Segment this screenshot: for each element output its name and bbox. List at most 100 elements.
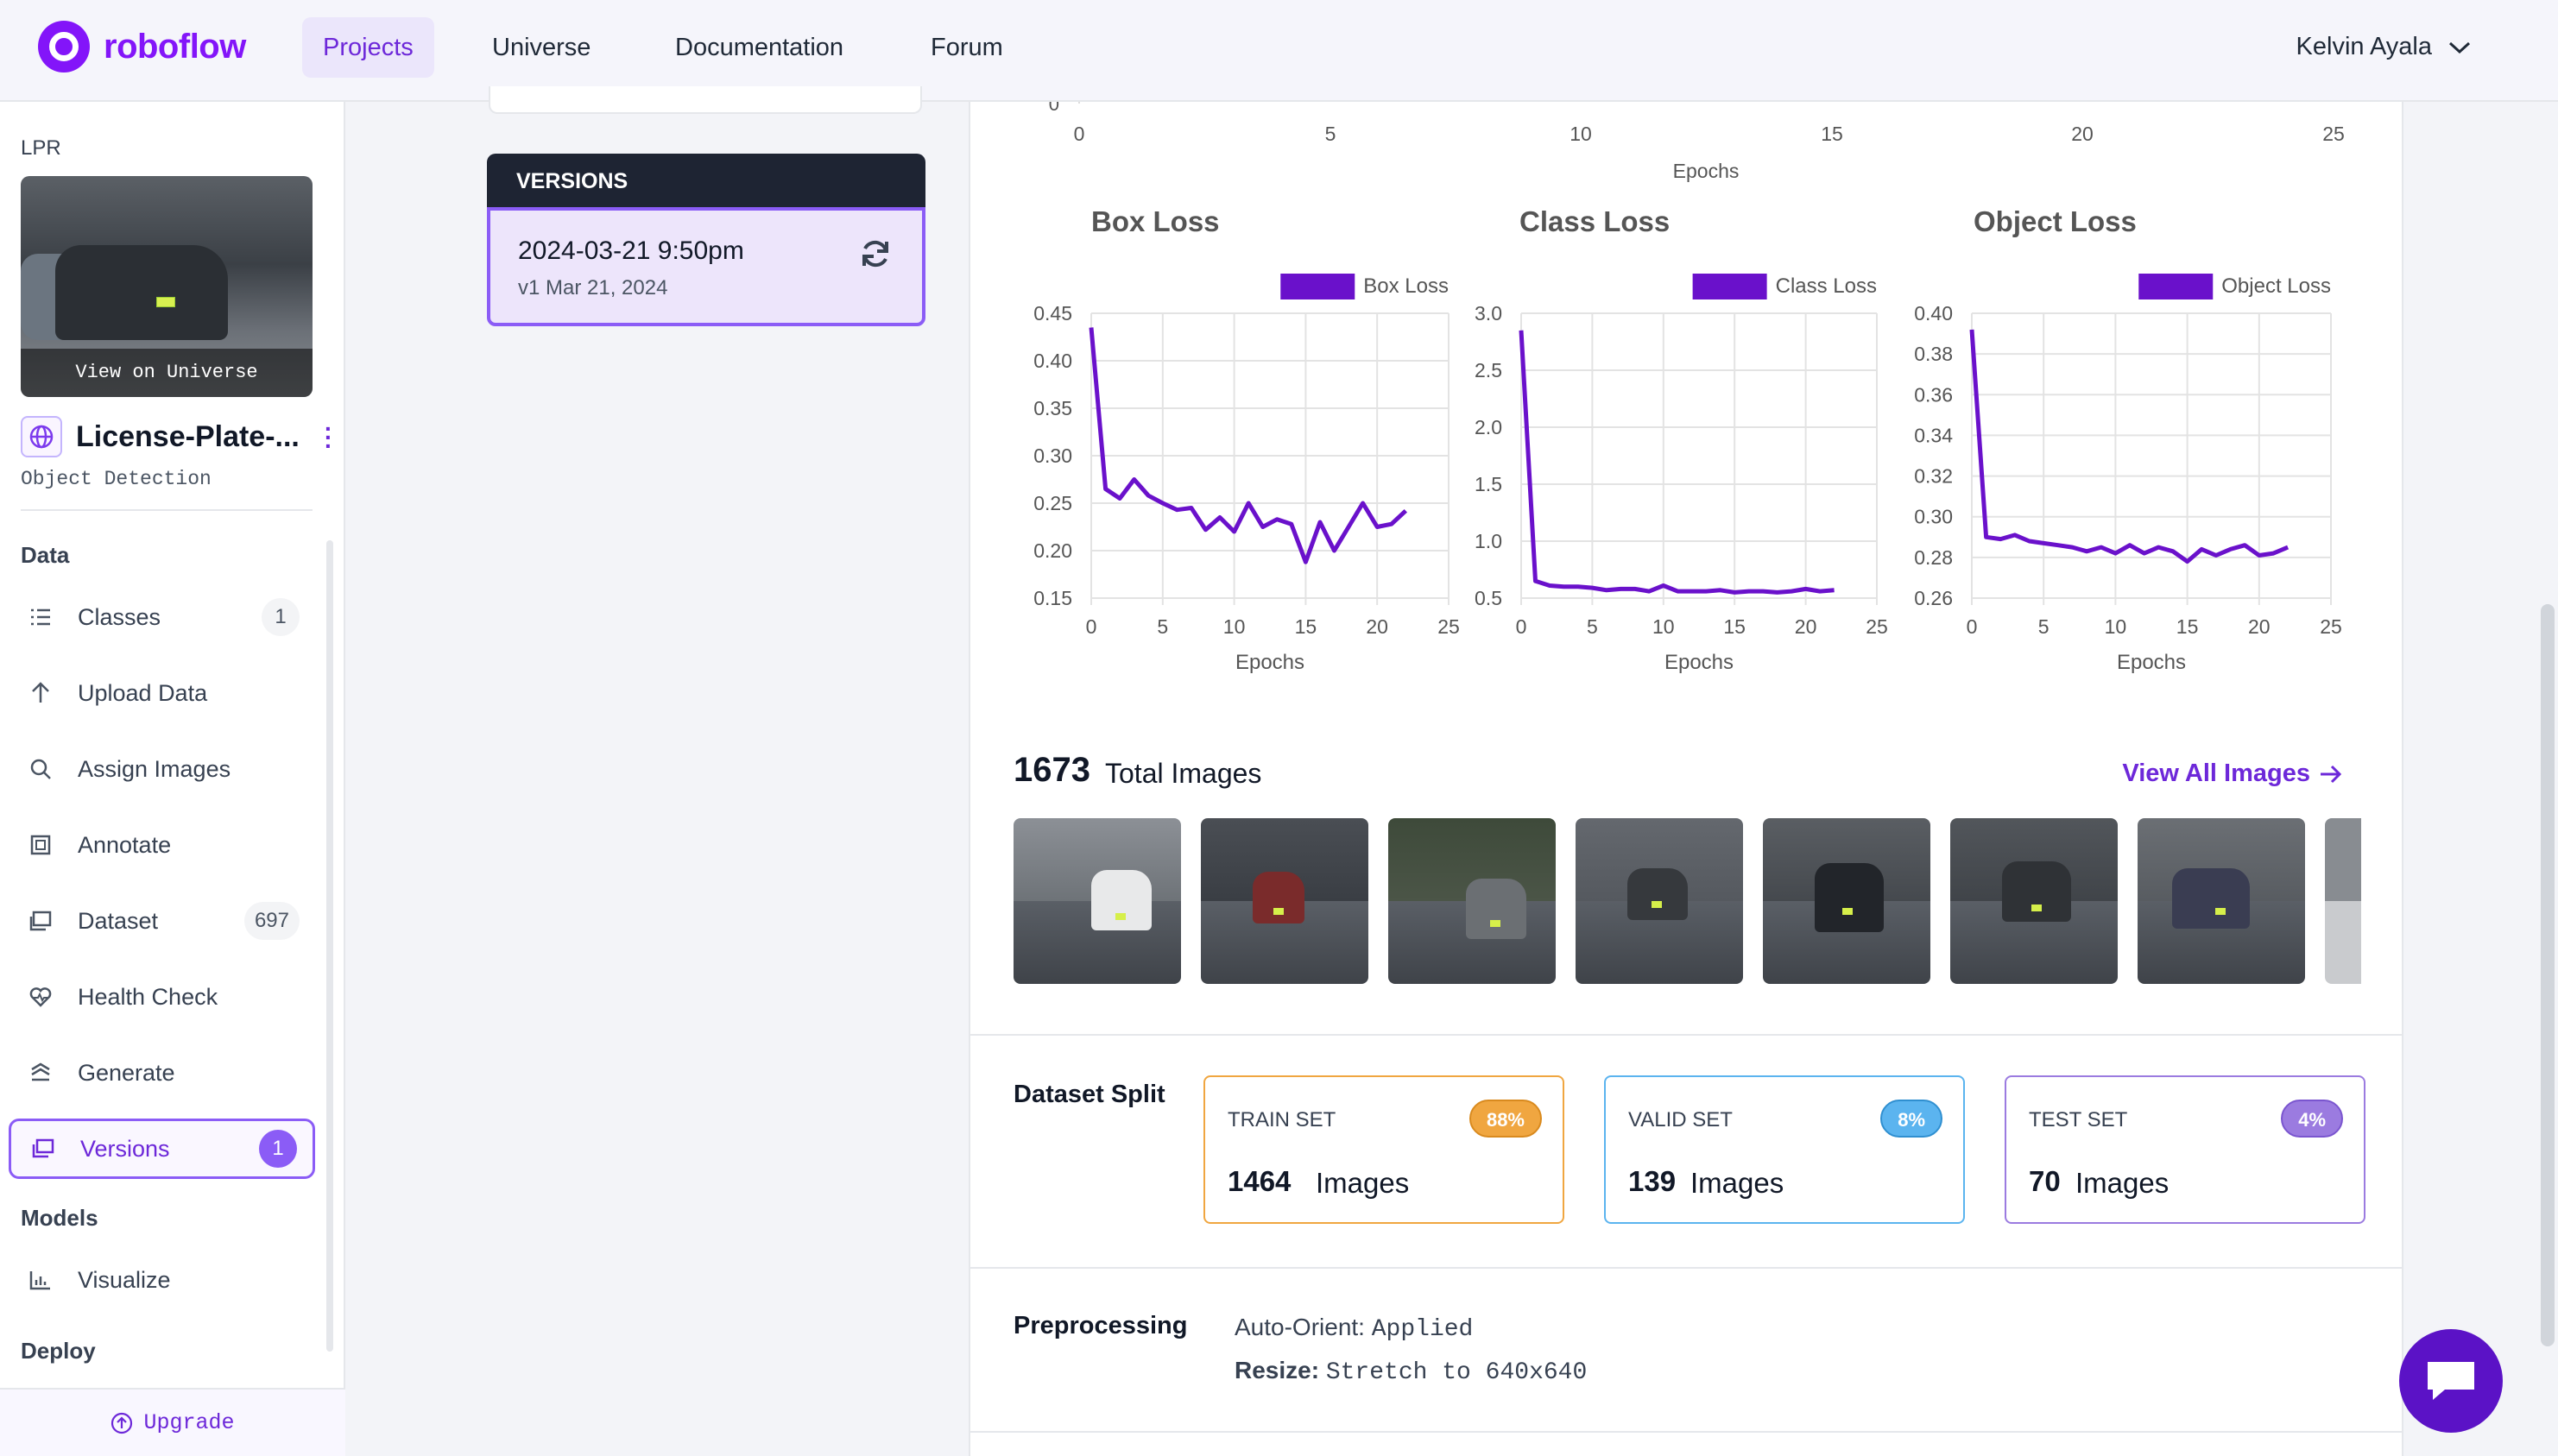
nav-documentation[interactable]: Documentation <box>654 17 864 78</box>
count-badge: 697 <box>243 902 300 940</box>
dataset-icon <box>28 908 54 934</box>
y-tick: 0.15 <box>1033 587 1072 609</box>
sidebar-item-label: Assign Images <box>78 755 231 782</box>
y-tick: 0.30 <box>1914 506 1953 528</box>
auto-orient-row: Auto-Orient: Applied <box>1235 1314 1473 1343</box>
x-tick: 15 <box>1295 615 1317 638</box>
test-set-unit: Images <box>2075 1167 2170 1199</box>
x-tick: 10 <box>1652 615 1675 638</box>
image-thumbnail[interactable] <box>1201 818 1368 984</box>
sidebar-item-label: Upload Data <box>78 679 208 706</box>
sidebar-item-dataset[interactable]: Dataset 697 <box>9 891 315 951</box>
nav-forum[interactable]: Forum <box>910 17 1024 78</box>
divider <box>970 1431 2402 1433</box>
generate-icon <box>28 1060 54 1086</box>
preprocessing-title: Preprocessing <box>1014 1312 1188 1339</box>
image-thumbnail[interactable] <box>1388 818 1556 984</box>
thumbnail-car <box>55 245 228 340</box>
x-tick: 15 <box>2176 615 2199 638</box>
x-tick: 20 <box>1366 615 1388 638</box>
user-name: Kelvin Ayala <box>2296 33 2432 60</box>
y-tick: 0.40 <box>1033 350 1072 372</box>
kebab-menu-icon[interactable]: · · · <box>325 417 332 458</box>
nav-universe[interactable]: Universe <box>471 17 611 78</box>
y-tick: 1.0 <box>1475 530 1502 552</box>
x-tick: 20 <box>1795 615 1817 638</box>
series-line <box>1969 329 2290 564</box>
chat-button[interactable] <box>2399 1329 2503 1433</box>
image-thumbnail[interactable] <box>1763 818 1930 984</box>
sidebar-item-visualize[interactable]: Visualize <box>9 1250 315 1310</box>
upgrade-button[interactable]: Upgrade <box>0 1388 345 1456</box>
image-thumbnail[interactable] <box>2325 818 2361 984</box>
image-thumbnail[interactable] <box>1014 818 1181 984</box>
y-tick: 0.30 <box>1033 444 1072 467</box>
version-card[interactable]: 2024-03-21 9:50pm v1 Mar 21, 2024 <box>487 207 925 326</box>
y-tick: 0.38 <box>1914 343 1953 365</box>
sidebar-item-health-check[interactable]: Health Check <box>9 967 315 1027</box>
chevron-down-icon <box>2448 41 2471 54</box>
sidebar-item-label: Dataset <box>78 907 159 934</box>
y-tick: 0.26 <box>1914 587 1953 609</box>
sidebar-item-assign-images[interactable]: Assign Images <box>9 739 315 799</box>
search-icon <box>28 756 54 782</box>
image-thumbnail[interactable] <box>1950 818 2118 984</box>
x-axis-label: Epochs <box>1235 651 1304 674</box>
bar-chart-icon <box>28 1267 54 1293</box>
train-set-card: TRAIN SET 88% 1464 Images <box>1203 1075 1564 1224</box>
x-axis-label: Epochs <box>2117 651 2186 674</box>
project-name-row: License-Plate-... · · · <box>21 416 332 458</box>
x-tick: 25 <box>2320 615 2342 638</box>
section-data-heading: Data <box>21 542 70 568</box>
image-thumbnail[interactable] <box>2138 818 2305 984</box>
y-tick: 0.35 <box>1033 397 1072 419</box>
y-tick: 0.36 <box>1914 383 1953 406</box>
valid-set-label: VALID SET <box>1628 1108 1733 1131</box>
version-subtitle: v1 Mar 21, 2024 <box>518 276 668 299</box>
y-tick: 0.5 <box>1475 587 1502 609</box>
divider <box>970 1267 2402 1269</box>
chat-icon <box>2428 1362 2474 1400</box>
page-scrollbar[interactable] <box>2541 604 2555 1346</box>
legend-label: Class Loss <box>1776 274 1877 298</box>
legend-swatch <box>2138 274 2214 299</box>
sidebar-item-classes[interactable]: Classes 1 <box>9 587 315 647</box>
train-set-label: TRAIN SET <box>1228 1108 1336 1131</box>
project-name: License-Plate-... <box>76 419 300 453</box>
sidebar-item-upload-data[interactable]: Upload Data <box>9 663 315 723</box>
x-tick: 15 <box>1723 615 1746 638</box>
view-all-images-link[interactable]: View All Images <box>2122 760 2343 788</box>
sidebar-item-label: Health Check <box>78 983 218 1010</box>
count-badge: 1 <box>259 1130 297 1168</box>
sidebar-scrollbar[interactable] <box>326 540 333 1352</box>
project-thumbnail[interactable]: View on Universe <box>21 176 313 397</box>
sidebar-item-annotate[interactable]: Annotate <box>9 815 315 875</box>
x-tick: 0 <box>1967 615 1978 638</box>
brand-name: roboflow <box>104 27 246 66</box>
y-tick: 2.0 <box>1475 416 1502 438</box>
x-tick: 5 <box>1157 615 1168 638</box>
x-tick: 0 <box>1086 615 1097 638</box>
upgrade-label: Upgrade <box>143 1410 235 1435</box>
image-thumbnail[interactable] <box>1576 818 1743 984</box>
sidebar: LPR View on Universe License-Plate-... ·… <box>0 102 345 1456</box>
valid-set-card: VALID SET 8% 139 Images <box>1604 1075 1965 1224</box>
divider <box>21 509 313 511</box>
roboflow-logo[interactable]: roboflow <box>38 21 246 72</box>
refresh-icon[interactable] <box>858 236 893 271</box>
globe-icon <box>21 416 62 457</box>
section-models-heading: Models <box>21 1205 98 1231</box>
series-line <box>1089 327 1408 564</box>
sidebar-item-generate[interactable]: Generate <box>9 1043 315 1103</box>
view-on-universe-link[interactable]: View on Universe <box>21 349 313 397</box>
sidebar-item-versions[interactable]: Versions 1 <box>9 1119 315 1179</box>
legend-label: Object Loss <box>2221 274 2331 298</box>
legend-swatch <box>1692 274 1767 299</box>
sidebar-item-label: Classes <box>78 603 161 630</box>
view-all-label: View All Images <box>2122 760 2310 787</box>
total-images-label: Total Images <box>1105 758 1262 789</box>
nav-projects[interactable]: Projects <box>302 17 434 78</box>
auto-orient-key: Auto-Orient: <box>1235 1314 1365 1340</box>
user-menu[interactable]: Kelvin Ayala <box>2296 33 2472 61</box>
dataset-split-title: Dataset Split <box>1014 1081 1165 1108</box>
